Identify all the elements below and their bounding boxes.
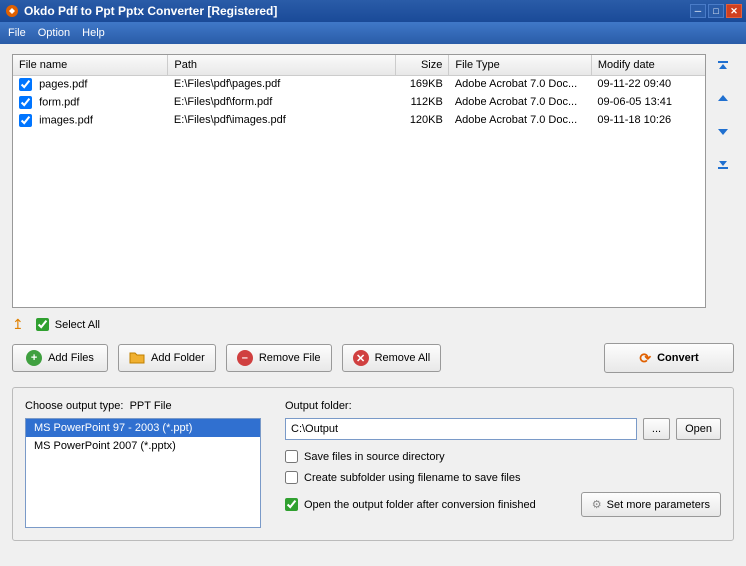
- output-folder-input[interactable]: [285, 418, 637, 440]
- add-folder-button[interactable]: Add Folder: [118, 344, 216, 372]
- output-type-label: Choose output type:: [25, 400, 123, 412]
- file-type: Adobe Acrobat 7.0 Doc...: [449, 93, 592, 111]
- row-checkbox[interactable]: [19, 114, 32, 127]
- subfolder-row: Create subfolder using filename to save …: [285, 471, 721, 484]
- row-checkbox[interactable]: [19, 96, 32, 109]
- convert-label: Convert: [657, 352, 699, 364]
- save-source-row: Save files in source directory: [285, 450, 721, 463]
- output-folder-label: Output folder:: [285, 400, 721, 412]
- convert-icon: ⟳: [639, 350, 651, 367]
- file-date: 09-11-22 09:40: [591, 75, 705, 93]
- output-type-option[interactable]: MS PowerPoint 2007 (*.pptx): [26, 437, 260, 455]
- up-folder-icon[interactable]: ↥: [12, 316, 24, 333]
- col-file-type[interactable]: File Type: [449, 55, 592, 75]
- output-type-option[interactable]: MS PowerPoint 97 - 2003 (*.ppt): [26, 419, 260, 437]
- add-files-label: Add Files: [48, 352, 94, 364]
- menubar: File Option Help: [0, 22, 746, 44]
- open-after-checkbox[interactable]: [285, 498, 298, 511]
- move-bottom-button[interactable]: [714, 154, 732, 172]
- subfolder-checkbox[interactable]: [285, 471, 298, 484]
- set-parameters-button[interactable]: ⚙ Set more parameters: [581, 492, 721, 517]
- minus-icon: –: [237, 350, 253, 366]
- remove-file-label: Remove File: [259, 352, 321, 364]
- open-after-row: Open the output folder after conversion …: [285, 492, 721, 517]
- table-row[interactable]: pages.pdf E:\Files\pdf\pages.pdf169KBAdob…: [13, 75, 705, 93]
- output-folder-section: Output folder: ... Open Save files in so…: [285, 400, 721, 528]
- file-type: Adobe Acrobat 7.0 Doc...: [449, 111, 592, 129]
- file-type: Adobe Acrobat 7.0 Doc...: [449, 75, 592, 93]
- file-size: 112KB: [395, 93, 449, 111]
- menu-option[interactable]: Option: [38, 27, 70, 39]
- file-date: 09-06-05 13:41: [591, 93, 705, 111]
- file-name: form.pdf: [39, 96, 79, 108]
- menu-help[interactable]: Help: [82, 27, 105, 39]
- minimize-button[interactable]: ─: [690, 4, 706, 18]
- table-header: File name Path Size File Type Modify dat…: [13, 55, 705, 75]
- file-panel: File name Path Size File Type Modify dat…: [12, 54, 734, 308]
- file-path: E:\Files\pdf\form.pdf: [168, 93, 395, 111]
- select-all-label[interactable]: Select All: [55, 319, 100, 331]
- output-type-label-row: Choose output type: PPT File: [25, 400, 261, 412]
- table-row[interactable]: form.pdf E:\Files\pdf\form.pdf112KBAdobe …: [13, 93, 705, 111]
- file-path: E:\Files\pdf\images.pdf: [168, 111, 395, 129]
- convert-button[interactable]: ⟳ Convert: [604, 343, 734, 373]
- file-size: 120KB: [395, 111, 449, 129]
- x-icon: ✕: [353, 350, 369, 366]
- add-folder-label: Add Folder: [151, 352, 205, 364]
- menu-file[interactable]: File: [8, 27, 26, 39]
- reorder-arrows: [714, 54, 734, 308]
- file-name: images.pdf: [39, 114, 93, 126]
- folder-icon: [129, 350, 145, 367]
- subfolder-label[interactable]: Create subfolder using filename to save …: [304, 472, 520, 484]
- set-parameters-label: Set more parameters: [607, 499, 710, 511]
- move-top-button[interactable]: [714, 58, 732, 76]
- select-all-checkbox[interactable]: [36, 318, 49, 331]
- file-name: pages.pdf: [39, 78, 87, 90]
- table-row[interactable]: images.pdf E:\Files\pdf\images.pdf120KBAd…: [13, 111, 705, 129]
- output-folder-row: ... Open: [285, 418, 721, 440]
- save-source-label[interactable]: Save files in source directory: [304, 451, 445, 463]
- file-date: 09-11-18 10:26: [591, 111, 705, 129]
- remove-file-button[interactable]: – Remove File: [226, 344, 332, 372]
- file-size: 169KB: [395, 75, 449, 93]
- open-folder-button[interactable]: Open: [676, 418, 721, 440]
- remove-all-label: Remove All: [375, 352, 431, 364]
- action-button-row: + Add Files Add Folder – Remove File ✕ R…: [12, 343, 734, 373]
- move-up-button[interactable]: [714, 90, 732, 108]
- settings-panel: Choose output type: PPT File MS PowerPoi…: [12, 387, 734, 541]
- move-down-button[interactable]: [714, 122, 732, 140]
- open-after-label[interactable]: Open the output folder after conversion …: [304, 499, 536, 511]
- gear-icon: ⚙: [592, 498, 602, 511]
- select-all-row: ↥ Select All: [12, 316, 734, 333]
- app-icon: [4, 3, 20, 19]
- save-source-checkbox[interactable]: [285, 450, 298, 463]
- col-file-name[interactable]: File name: [13, 55, 168, 75]
- file-path: E:\Files\pdf\pages.pdf: [168, 75, 395, 93]
- add-files-button[interactable]: + Add Files: [12, 344, 108, 372]
- window-controls: ─ □ ✕: [690, 4, 742, 18]
- browse-button[interactable]: ...: [643, 418, 670, 440]
- col-modify-date[interactable]: Modify date: [591, 55, 705, 75]
- plus-icon: +: [26, 350, 42, 366]
- window-title: Okdo Pdf to Ppt Pptx Converter [Register…: [24, 4, 690, 18]
- col-path[interactable]: Path: [168, 55, 395, 75]
- col-size[interactable]: Size: [395, 55, 449, 75]
- output-type-current: PPT File: [130, 400, 172, 412]
- remove-all-button[interactable]: ✕ Remove All: [342, 344, 442, 372]
- maximize-button[interactable]: □: [708, 4, 724, 18]
- titlebar: Okdo Pdf to Ppt Pptx Converter [Register…: [0, 0, 746, 22]
- main-area: File name Path Size File Type Modify dat…: [0, 44, 746, 566]
- row-checkbox[interactable]: [19, 78, 32, 91]
- close-button[interactable]: ✕: [726, 4, 742, 18]
- file-list[interactable]: File name Path Size File Type Modify dat…: [12, 54, 706, 308]
- output-type-list[interactable]: MS PowerPoint 97 - 2003 (*.ppt)MS PowerP…: [25, 418, 261, 528]
- output-type-section: Choose output type: PPT File MS PowerPoi…: [25, 400, 261, 528]
